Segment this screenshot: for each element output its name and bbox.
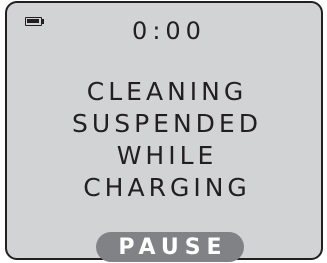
- message-line-2: SUSPENDED: [72, 109, 262, 138]
- device-lcd-screen: 0:00 CLEANING SUSPENDED WHILE CHARGING: [5, 1, 323, 260]
- status-message: CLEANING SUSPENDED WHILE CHARGING: [7, 76, 321, 204]
- message-line-1: CLEANING: [86, 77, 248, 106]
- message-line-4: CHARGING: [83, 173, 251, 202]
- timer-display: 0:00: [132, 17, 206, 45]
- pause-button[interactable]: PAUSE: [96, 232, 244, 262]
- message-line-3: WHILE: [116, 141, 218, 170]
